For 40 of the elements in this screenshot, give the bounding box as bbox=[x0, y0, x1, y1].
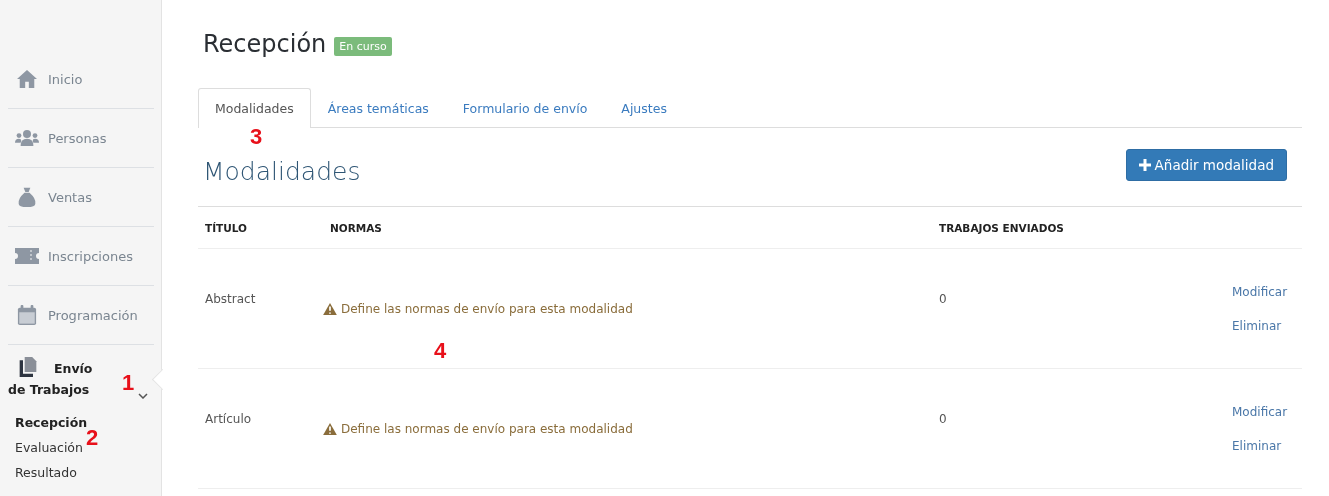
people-icon bbox=[15, 128, 39, 148]
column-header: TÍTULO bbox=[204, 221, 248, 234]
column-header: NORMAS bbox=[329, 221, 383, 234]
tab[interactable]: Formulario de envío bbox=[445, 88, 605, 128]
action-link[interactable]: Eliminar bbox=[1232, 438, 1282, 453]
action-link[interactable]: Modificar bbox=[1232, 284, 1288, 299]
ticket-icon bbox=[15, 246, 39, 266]
status-badge: En curso bbox=[334, 36, 392, 56]
rules-warning: Define las normas de envío para esta modalidad bbox=[323, 301, 633, 316]
section-heading: Modalidades bbox=[203, 156, 361, 186]
warning-icon bbox=[323, 302, 337, 315]
sidebar-item[interactable]: Programación bbox=[8, 286, 154, 345]
home-icon bbox=[15, 69, 39, 89]
action-link[interactable]: Modificar bbox=[1232, 404, 1288, 419]
warning-icon bbox=[323, 422, 337, 435]
tab[interactable]: Modalidades bbox=[198, 88, 311, 128]
add-button[interactable]: Añadir modalidad bbox=[1125, 149, 1287, 181]
sidebar-subitem[interactable]: Evaluación bbox=[15, 435, 83, 460]
table-cell-text: Artículo bbox=[204, 410, 253, 428]
tab[interactable]: Ajustes bbox=[604, 88, 684, 128]
action-link[interactable]: Eliminar bbox=[1232, 318, 1282, 333]
annotation-number: 2 bbox=[86, 425, 99, 451]
sidebar-item[interactable]: Inscripciones bbox=[8, 227, 154, 286]
sidebar-item[interactable]: Envío de Trabajos bbox=[8, 345, 112, 410]
page-title: Recepción bbox=[203, 30, 327, 58]
column-header: TRABAJOS ENVIADOS bbox=[938, 221, 1065, 234]
table-cell-text: 0 bbox=[938, 410, 948, 428]
sidebar-item[interactable]: Inicio bbox=[8, 50, 154, 109]
plus-icon bbox=[1138, 159, 1151, 171]
sidebar-subitem[interactable]: Resultado bbox=[15, 460, 77, 485]
annotation-number: 4 bbox=[434, 338, 447, 364]
sidebar-subitem[interactable]: Recepción bbox=[15, 410, 88, 435]
chevron-down-icon[interactable] bbox=[138, 393, 148, 399]
rules-warning: Define las normas de envío para esta modalidad bbox=[323, 421, 633, 436]
table-cell-text: Abstract bbox=[204, 290, 257, 308]
calendar-icon bbox=[15, 305, 39, 325]
sidebar-item[interactable]: Ventas bbox=[8, 168, 154, 227]
tab[interactable]: Áreas temáticas bbox=[310, 88, 446, 128]
sidebar-item[interactable]: Personas bbox=[8, 109, 154, 168]
annotation-number: 1 bbox=[122, 370, 135, 396]
